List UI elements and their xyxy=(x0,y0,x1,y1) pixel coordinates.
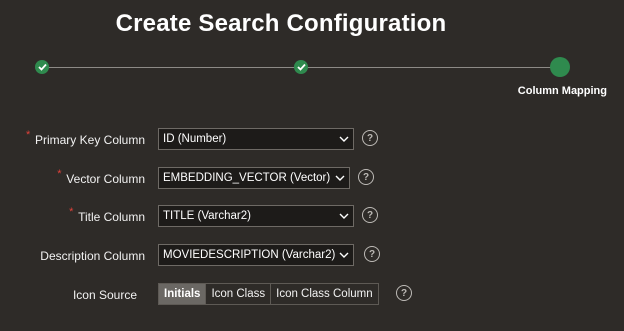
description-value: MOVIEDESCRIPTION (Varchar2) xyxy=(163,249,335,261)
vector-help-icon[interactable]: ? xyxy=(358,169,374,185)
chevron-down-icon xyxy=(335,252,353,258)
current-step-label: Column Mapping xyxy=(517,85,607,97)
primary-key-label: * Primary Key Column xyxy=(25,129,145,147)
primary-key-help-icon[interactable]: ? xyxy=(362,130,378,146)
check-icon xyxy=(37,63,47,71)
chevron-down-icon xyxy=(335,136,353,142)
title-column-select[interactable]: TITLE (Varchar2) xyxy=(158,205,354,227)
dialog-title: Create Search Configuration xyxy=(115,10,447,37)
description-help-icon[interactable]: ? xyxy=(364,246,380,262)
required-indicator: * xyxy=(25,129,31,141)
icon-source-help-icon[interactable]: ? xyxy=(396,285,412,301)
icon-source-option-icon-class[interactable]: Icon Class xyxy=(206,284,272,304)
primary-key-value: ID (Number) xyxy=(163,133,227,145)
chevron-down-icon xyxy=(335,213,353,219)
icon-source-row: Icon Source Initials Icon Class Icon Cla… xyxy=(0,283,624,309)
chevron-down-icon xyxy=(331,175,349,181)
primary-key-row: * Primary Key Column ID (Number) ? xyxy=(0,128,624,154)
step-1-complete[interactable] xyxy=(35,60,49,74)
description-label: Description Column xyxy=(40,249,145,263)
icon-source-label: Icon Source xyxy=(72,288,137,302)
icon-source-radio-group: Initials Icon Class Icon Class Column xyxy=(158,283,379,305)
description-row: Description Column MOVIEDESCRIPTION (Var… xyxy=(0,244,624,270)
vector-label: * Vector Column xyxy=(57,168,145,186)
title-column-help-icon[interactable]: ? xyxy=(362,207,378,223)
icon-source-option-icon-class-column[interactable]: Icon Class Column xyxy=(271,284,378,304)
required-indicator: * xyxy=(69,206,74,218)
title-column-value: TITLE (Varchar2) xyxy=(163,210,251,222)
wizard-progress: Column Mapping xyxy=(0,52,624,102)
vector-value: EMBEDDING_VECTOR (Vector) xyxy=(163,172,331,184)
title-column-label: * Title Column xyxy=(69,206,145,224)
description-select[interactable]: MOVIEDESCRIPTION (Varchar2) xyxy=(158,244,354,266)
step-3-current[interactable] xyxy=(550,57,570,77)
required-indicator: * xyxy=(57,168,62,180)
step-2-complete[interactable] xyxy=(294,60,308,74)
icon-source-option-initials[interactable]: Initials xyxy=(159,284,207,304)
primary-key-select[interactable]: ID (Number) xyxy=(158,128,354,150)
title-column-row: * Title Column TITLE (Varchar2) ? xyxy=(0,205,624,231)
vector-select[interactable]: EMBEDDING_VECTOR (Vector) xyxy=(158,167,350,189)
vector-row: * Vector Column EMBEDDING_VECTOR (Vector… xyxy=(0,167,624,193)
create-search-configuration-dialog: Create Search Configuration Column Mappi… xyxy=(0,0,624,331)
check-icon xyxy=(296,63,306,71)
